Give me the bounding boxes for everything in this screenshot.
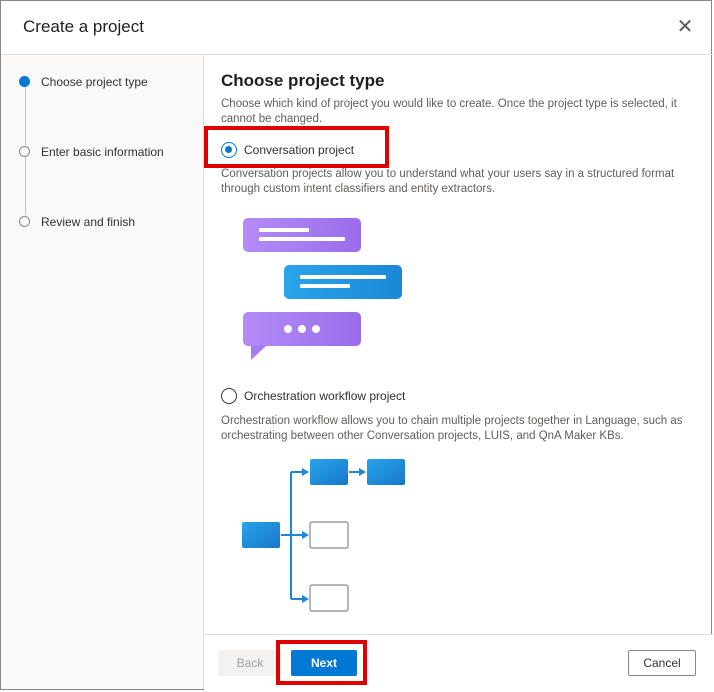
orchestration-workflow-label: Orchestration workflow project: [244, 389, 406, 403]
workflow-node: [310, 459, 348, 485]
step-label: Choose project type: [41, 75, 148, 89]
workflow-tree-illustration: [242, 459, 405, 612]
cancel-button[interactable]: Cancel: [628, 650, 696, 676]
chat-bubble-blue: [284, 265, 402, 299]
back-button[interactable]: Back: [218, 650, 282, 676]
step-label: Enter basic information: [41, 145, 164, 159]
workflow-node-empty: [309, 584, 349, 612]
orchestration-workflow-description: Orchestration workflow allows you to cha…: [221, 415, 683, 442]
step-connector: [25, 87, 26, 145]
create-project-dialog: Create a project ✕ Choose project type E…: [0, 0, 713, 691]
orchestration-workflow-option[interactable]: Orchestration workflow project: [221, 388, 405, 404]
step-current-indicator: [19, 76, 30, 87]
chat-bubbles-illustration: [243, 218, 402, 360]
next-button[interactable]: Next: [291, 650, 357, 676]
step-indicator: [19, 146, 30, 157]
conversation-project-option[interactable]: Conversation project: [221, 142, 354, 158]
step-connector: [25, 157, 26, 215]
dialog-header: Create a project ✕: [1, 1, 713, 55]
section-heading: Choose project type: [221, 71, 385, 90]
workflow-root-node: [242, 522, 280, 548]
workflow-node: [367, 459, 405, 485]
section-description: Choose which kind of project you would l…: [221, 98, 677, 125]
workflow-node-empty: [309, 521, 349, 549]
close-icon[interactable]: ✕: [673, 15, 697, 39]
wizard-steps-sidebar: Choose project type Enter basic informat…: [1, 55, 204, 689]
dialog-footer: Back Next Cancel: [204, 634, 713, 691]
step-label: Review and finish: [41, 215, 136, 229]
step-indicator: [19, 216, 30, 227]
conversation-project-description: Conversation projects allow you to under…: [221, 168, 675, 195]
orchestration-workflow-radio[interactable]: [221, 388, 237, 404]
conversation-project-radio[interactable]: [221, 142, 237, 158]
chat-bubble-purple: [243, 218, 361, 252]
dialog-title: Create a project: [23, 17, 144, 36]
conversation-project-label: Conversation project: [244, 143, 355, 157]
